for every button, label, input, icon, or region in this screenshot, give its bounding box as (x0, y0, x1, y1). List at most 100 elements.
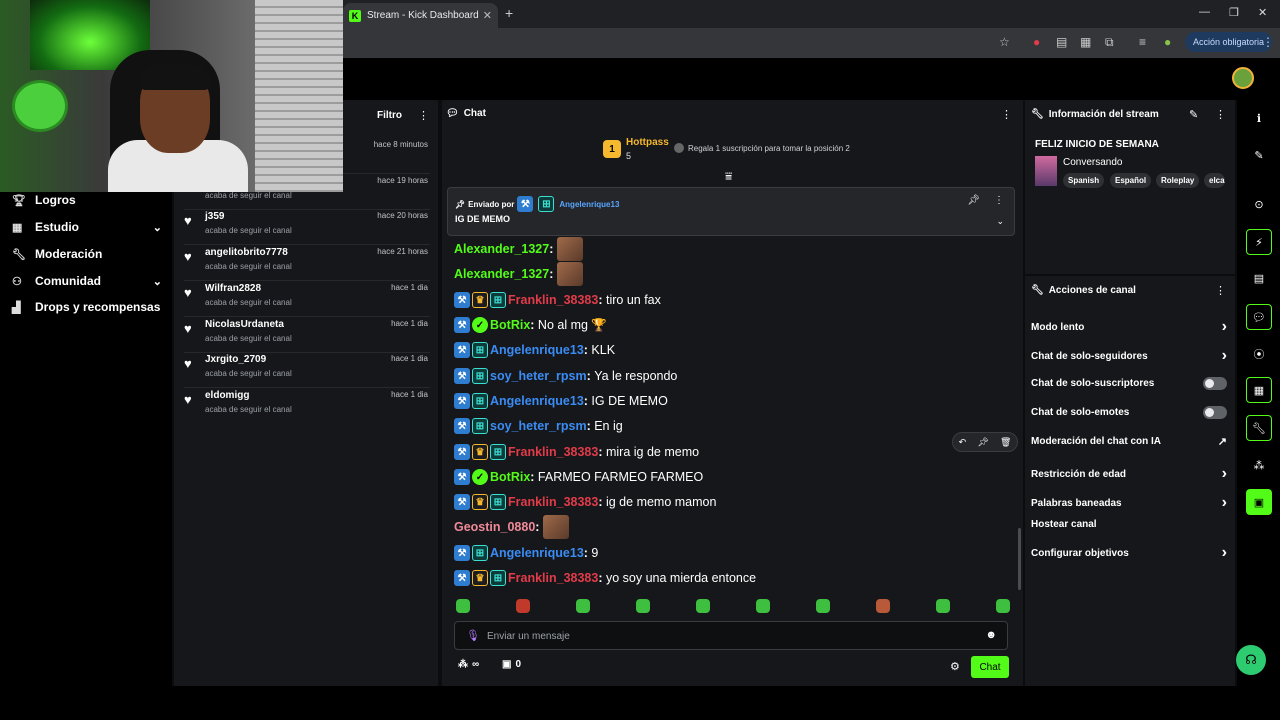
channel-action-row[interactable]: Moderación del chat con IA ↗ (1031, 435, 1227, 448)
channel-points[interactable]: ⁂ ∞ (458, 659, 479, 670)
edit-pencil-icon[interactable]: ✎ (1189, 108, 1198, 121)
puzzle-icon[interactable]: ⧉ (1105, 35, 1114, 50)
extension-icon[interactable]: ▦ (1080, 35, 1091, 49)
nav-item-drops[interactable]: ▟ Drops y recompensas (12, 300, 162, 314)
close-window-icon[interactable]: ✕ (1258, 6, 1267, 19)
user-avatar[interactable] (1232, 67, 1254, 89)
follower-name[interactable]: j359 (205, 211, 224, 222)
store-button[interactable]: ▣ 0 (502, 659, 521, 670)
emote-icon[interactable] (696, 599, 710, 613)
toggle-switch[interactable] (1203, 406, 1227, 419)
chevron-down-icon[interactable]: ⌄ (996, 216, 1004, 227)
emote-icon[interactable] (996, 599, 1010, 613)
follower-name[interactable]: Wilfran2828 (205, 283, 261, 294)
pin-icon[interactable]: 📌︎ (977, 437, 988, 448)
follower-name[interactable]: angelitobrito7778 (205, 247, 288, 258)
filter-button[interactable]: Filtro (377, 110, 402, 121)
wrench-icon[interactable]: 🔧︎ (1246, 415, 1272, 441)
camera-icon[interactable]: ⊙ (1246, 191, 1272, 217)
chat-username[interactable]: soy_heter_rpsm (490, 369, 587, 383)
chat-message-input[interactable] (487, 627, 967, 645)
send-chat-button[interactable]: Chat (971, 656, 1009, 678)
chat-username[interactable]: soy_heter_rpsm (490, 419, 587, 433)
nav-item-comunidad[interactable]: ⚇ Comunidad ⌄ (12, 274, 162, 288)
profile-icon[interactable]: ● (1164, 35, 1171, 49)
close-tab-icon[interactable]: ✕ (483, 9, 492, 22)
gift-sub-prompt[interactable]: Regala 1 suscripción para tomar la posic… (674, 143, 850, 153)
new-tab-button[interactable]: + (505, 5, 513, 21)
info-icon[interactable]: ℹ (1246, 105, 1272, 131)
chat-username[interactable]: Franklin_38383 (508, 445, 598, 459)
follower-name[interactable]: NicolasUrdaneta (205, 319, 284, 330)
edit-pencil-icon[interactable]: ✎ (1246, 142, 1272, 168)
emote-icon[interactable] (576, 599, 590, 613)
emote-icon[interactable] (936, 599, 950, 613)
bot-icon[interactable]: ▣ (1246, 489, 1272, 515)
layout-icon[interactable]: ▦ (1246, 377, 1272, 403)
emote-icon[interactable] (456, 599, 470, 613)
chat-username[interactable]: Geostin_0880 (454, 520, 535, 534)
document-icon[interactable]: ▤ (1246, 265, 1272, 291)
channel-action-row[interactable]: Restricción de edad › (1031, 465, 1227, 483)
toggle-switch[interactable] (1203, 377, 1227, 390)
points-icon[interactable]: ⁂ (1246, 452, 1272, 478)
follower-name[interactable]: eldomigg (205, 390, 249, 401)
reading-list-icon[interactable]: ≡ (1139, 35, 1146, 49)
browser-tab[interactable]: K Stream - Kick Dashboard ✕ (343, 3, 498, 28)
broadcast-icon[interactable]: ⦿ (1246, 341, 1272, 367)
chat-username[interactable]: BotRix (490, 470, 530, 484)
reply-icon[interactable]: ↶ (959, 437, 967, 448)
channel-action-row[interactable]: Modo lento › (1031, 318, 1227, 336)
channel-action-row[interactable]: Chat de solo-suscriptores (1031, 377, 1227, 390)
help-headset-icon[interactable]: ☊ (1236, 645, 1266, 675)
filter-icon[interactable]: ⩸ (725, 169, 732, 184)
emoji-picker-icon[interactable]: ☻ (985, 629, 997, 641)
chat-options-icon[interactable]: ⋮ (1001, 108, 1012, 121)
chat-bubble-icon[interactable]: 💬︎ (1246, 304, 1272, 330)
minimize-icon[interactable]: — (1199, 6, 1210, 18)
pinned-message[interactable]: 📌︎ Enviado por ⚒ ⊞ Angelenrique13 IG DE … (447, 187, 1015, 236)
bookmark-star-icon[interactable]: ☆ (999, 35, 1010, 49)
browser-menu-icon[interactable]: ⋮ (1262, 35, 1274, 49)
emote-icon[interactable] (516, 599, 530, 613)
chat-username[interactable]: Alexander_1327 (454, 267, 549, 281)
maximize-icon[interactable]: ❐ (1229, 6, 1239, 19)
more-options-icon[interactable]: ⋮ (1215, 108, 1226, 121)
chat-scrollbar[interactable] (1018, 528, 1021, 590)
extension-icon[interactable]: ▤ (1056, 35, 1067, 49)
microphone-icon[interactable]: 🎙︎ (466, 629, 480, 642)
emote-icon[interactable] (816, 599, 830, 613)
channel-action-row[interactable]: Hostear canal (1031, 519, 1227, 530)
chat-settings-gear-icon[interactable]: ⚙ (950, 660, 960, 673)
chat-username[interactable]: Franklin_38383 (508, 571, 598, 585)
extension-record-icon[interactable]: ● (1033, 35, 1040, 49)
lightning-icon[interactable]: ⚡︎ (1246, 229, 1272, 255)
emote-icon[interactable] (876, 599, 890, 613)
hottpass-name[interactable]: Hottpass (626, 137, 669, 148)
channel-action-row[interactable]: Chat de solo-seguidores › (1031, 347, 1227, 365)
nav-item-moderacion[interactable]: 🔧︎ Moderación (12, 247, 162, 261)
chat-username[interactable]: Angelenrique13 (490, 343, 584, 357)
channel-action-row[interactable]: Palabras baneadas › (1031, 494, 1227, 512)
delete-icon[interactable]: 🗑︎ (1000, 437, 1011, 448)
required-action-button[interactable]: Acción obligatoria (1185, 32, 1273, 52)
channel-action-row[interactable]: Configurar objetivos › (1031, 544, 1227, 562)
chat-username[interactable]: BotRix (490, 318, 530, 332)
chat-username[interactable]: Angelenrique13 (490, 546, 584, 560)
nav-item-logros[interactable]: 🏆︎ Logros (12, 193, 162, 207)
pinned-options-icon[interactable]: ⋮ (994, 195, 1004, 206)
chat-username[interactable]: Franklin_38383 (508, 495, 598, 509)
category-name[interactable]: Conversando (1063, 157, 1122, 168)
emote-icon[interactable] (756, 599, 770, 613)
pinned-user[interactable]: Angelenrique13 (559, 200, 619, 209)
chat-username[interactable]: Alexander_1327 (454, 242, 549, 256)
chat-username[interactable]: Angelenrique13 (490, 394, 584, 408)
more-options-icon[interactable]: ⋮ (418, 109, 429, 122)
channel-action-row[interactable]: Chat de solo-emotes (1031, 406, 1227, 419)
more-options-icon[interactable]: ⋮ (1215, 284, 1226, 297)
chat-username[interactable]: Franklin_38383 (508, 293, 598, 307)
nav-item-estudio[interactable]: ▦ Estudio ⌄ (12, 220, 162, 234)
emote-icon[interactable] (636, 599, 650, 613)
follower-name[interactable]: Jxrgito_2709 (205, 354, 266, 365)
unpin-icon[interactable]: 📌︎ (967, 195, 980, 206)
